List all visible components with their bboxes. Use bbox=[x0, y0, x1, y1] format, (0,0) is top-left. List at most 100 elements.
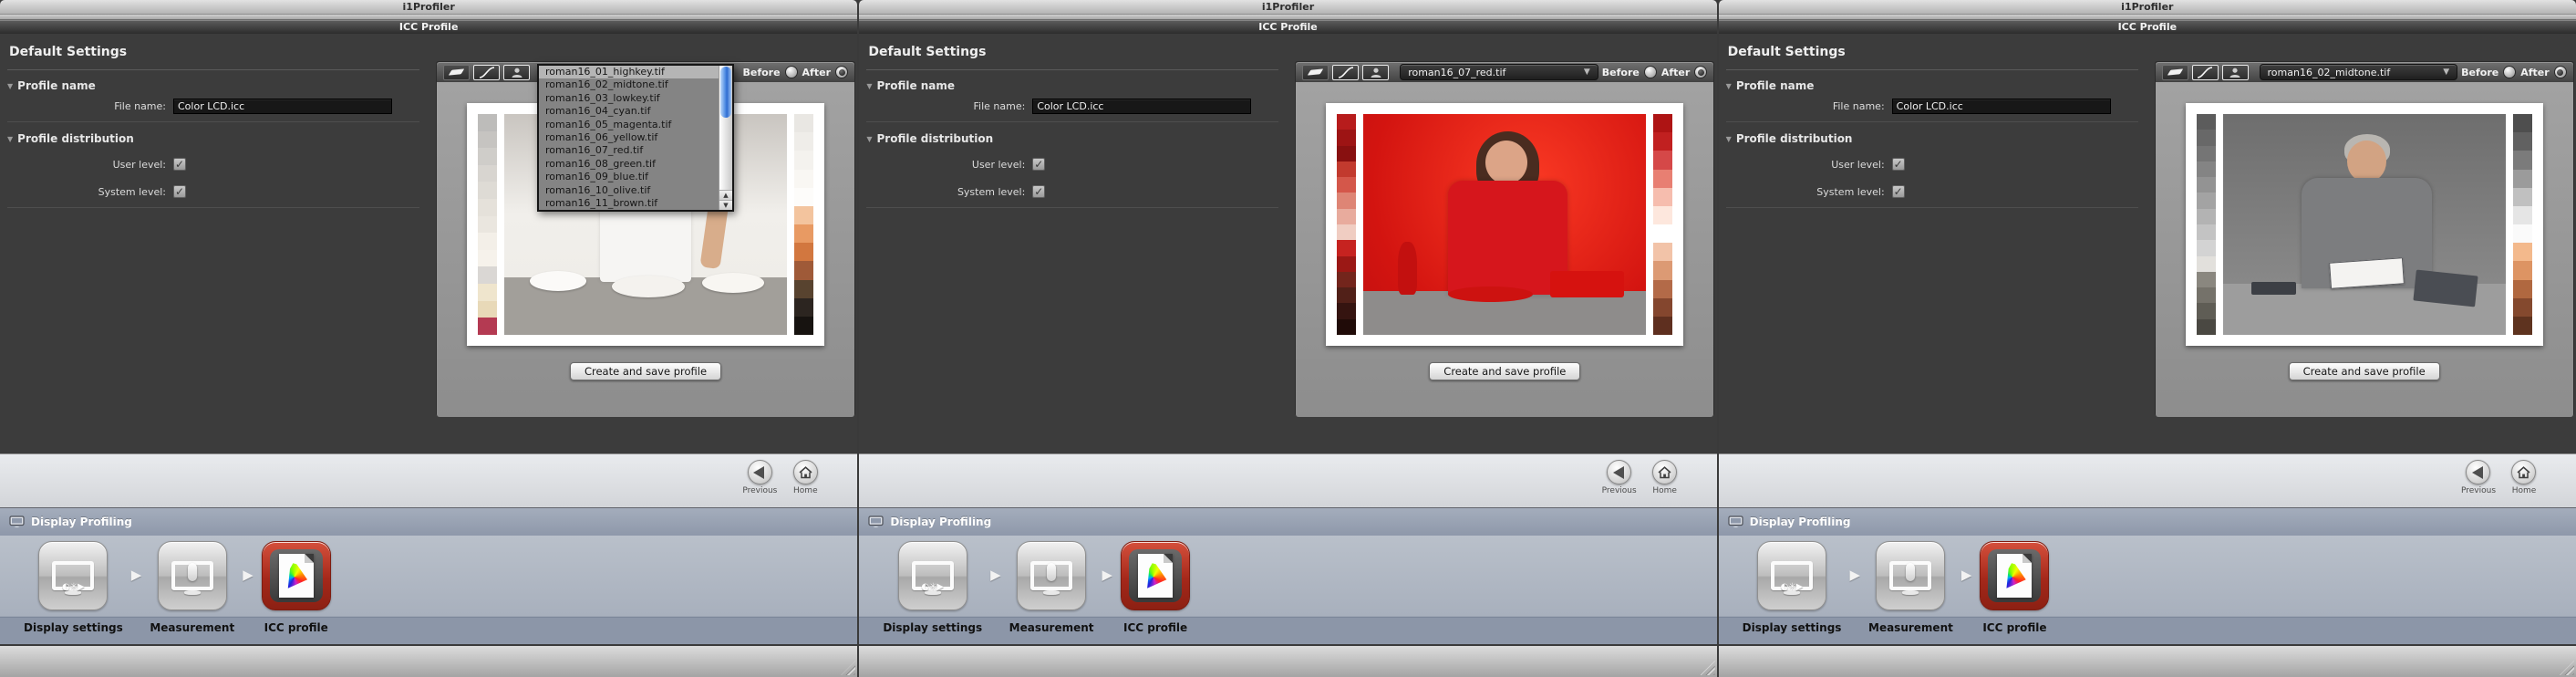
display-settings-icon[interactable]: ◐✳▶ bbox=[1757, 541, 1826, 610]
test-image-dropdown[interactable]: roman16_07_red.tif ▼ bbox=[1400, 64, 1598, 80]
user-level-checkbox[interactable]: ✓ bbox=[1032, 158, 1045, 171]
create-and-save-profile-button[interactable]: Create and save profile bbox=[1429, 362, 1580, 380]
workflow-step-display-settings[interactable]: ◐✳▶ Display settings bbox=[1743, 536, 1842, 644]
user-level-checkbox[interactable]: ✓ bbox=[173, 158, 186, 171]
create-and-save-profile-button[interactable]: Create and save profile bbox=[2289, 362, 2440, 380]
system-level-checkbox[interactable]: ✓ bbox=[1032, 185, 1045, 198]
tone-curve-view-icon[interactable] bbox=[1332, 65, 1359, 80]
dropdown-item[interactable]: roman16_02_midtone.tif bbox=[539, 78, 719, 91]
system-level-checkbox[interactable]: ✓ bbox=[173, 185, 186, 198]
create-and-save-profile-button[interactable]: Create and save profile bbox=[570, 362, 721, 380]
window-title-bar[interactable]: i1Profiler bbox=[1719, 0, 2576, 15]
workflow-step-measurement[interactable]: Measurement bbox=[1868, 536, 1953, 644]
dropdown-item[interactable]: roman16_11_brown.tif bbox=[539, 197, 719, 210]
measurement-icon[interactable] bbox=[1017, 541, 1086, 610]
dropdown-item[interactable]: roman16_04_cyan.tif bbox=[539, 105, 719, 118]
monitor-glyph: ◐✳▶ bbox=[912, 561, 954, 590]
previous-button[interactable]: Previous bbox=[2461, 460, 2496, 495]
previous-icon[interactable] bbox=[2466, 460, 2490, 484]
home-icon[interactable] bbox=[793, 460, 818, 484]
system-level-row: System level: ✓ bbox=[1719, 185, 1905, 198]
resize-grip[interactable] bbox=[2560, 661, 2574, 675]
color-swatch bbox=[2513, 151, 2532, 169]
window-title-bar[interactable]: i1Profiler bbox=[859, 0, 1716, 15]
workflow-step-icc-profile[interactable]: ICC profile bbox=[1121, 536, 1190, 644]
profile-distribution-section-header[interactable]: ▼ Profile distribution bbox=[866, 132, 993, 145]
profile-name-section-header[interactable]: ▼ Profile name bbox=[866, 79, 955, 92]
before-radio[interactable] bbox=[785, 66, 798, 78]
home-icon[interactable] bbox=[1652, 460, 1677, 484]
after-radio[interactable] bbox=[1694, 66, 1707, 78]
disclosure-triangle-icon[interactable]: ▼ bbox=[1726, 82, 1732, 90]
colorimeter-glyph bbox=[1047, 563, 1056, 581]
workflow-step-display-settings[interactable]: ◐✳▶ Display settings bbox=[24, 536, 123, 644]
dropdown-scrollbar[interactable]: ▲ ▼ bbox=[719, 66, 732, 210]
previous-icon[interactable] bbox=[1607, 460, 1631, 484]
measurement-icon[interactable] bbox=[1876, 541, 1945, 610]
tone-curve-view-icon[interactable] bbox=[2192, 65, 2219, 80]
display-settings-icon[interactable]: ◐✳▶ bbox=[898, 541, 967, 610]
after-radio[interactable] bbox=[835, 66, 848, 78]
home-label: Home bbox=[1652, 486, 1677, 495]
disclosure-triangle-icon[interactable]: ▼ bbox=[1726, 135, 1732, 143]
disclosure-triangle-icon[interactable]: ▼ bbox=[7, 135, 13, 143]
scrollbar-track[interactable] bbox=[719, 119, 732, 190]
home-button[interactable]: Home bbox=[788, 460, 822, 495]
workflow-step-measurement[interactable]: Measurement bbox=[1009, 536, 1094, 644]
home-icon[interactable] bbox=[2511, 460, 2536, 484]
disclosure-triangle-icon[interactable]: ▼ bbox=[866, 82, 872, 90]
previous-button[interactable]: Previous bbox=[1602, 460, 1637, 495]
test-image-dropdown[interactable]: roman16_02_midtone.tif ▼ bbox=[2260, 64, 2458, 80]
after-radio[interactable] bbox=[2554, 66, 2567, 78]
dropdown-item[interactable]: roman16_01_highkey.tif bbox=[539, 66, 719, 78]
dropdown-item[interactable]: roman16_03_lowkey.tif bbox=[539, 92, 719, 105]
workflow-step-icc-profile[interactable]: ICC profile bbox=[262, 536, 331, 644]
user-level-checkbox[interactable]: ✓ bbox=[1892, 158, 1905, 171]
dropdown-item[interactable]: roman16_08_green.tif bbox=[539, 158, 719, 171]
workflow-step-display-settings[interactable]: ◐✳▶ Display settings bbox=[883, 536, 982, 644]
resize-grip[interactable] bbox=[1701, 661, 1715, 675]
previous-label: Previous bbox=[1602, 486, 1637, 495]
home-button[interactable]: Home bbox=[2507, 460, 2541, 495]
previous-icon[interactable] bbox=[748, 460, 772, 484]
icc-profile-icon[interactable] bbox=[1980, 541, 2049, 610]
tone-curve-view-icon[interactable] bbox=[473, 65, 500, 80]
dropdown-item[interactable]: roman16_07_red.tif bbox=[539, 144, 719, 157]
profile-distribution-section-header[interactable]: ▼ Profile distribution bbox=[1726, 132, 1853, 145]
measurement-icon[interactable] bbox=[158, 541, 227, 610]
portrait-view-icon[interactable] bbox=[2222, 65, 2249, 80]
dropdown-item[interactable]: roman16_10_olive.tif bbox=[539, 184, 719, 197]
before-radio[interactable] bbox=[2503, 66, 2516, 78]
portrait-view-icon[interactable] bbox=[1362, 65, 1389, 80]
system-level-checkbox[interactable]: ✓ bbox=[1892, 185, 1905, 198]
scroll-down-icon[interactable]: ▼ bbox=[719, 200, 732, 210]
workflow-step-measurement[interactable]: Measurement bbox=[150, 536, 234, 644]
profile-name-section-header[interactable]: ▼ Profile name bbox=[7, 79, 96, 92]
previous-button[interactable]: Previous bbox=[742, 460, 777, 495]
window-title-bar[interactable]: i1Profiler bbox=[0, 0, 857, 15]
file-name-input[interactable] bbox=[173, 99, 392, 114]
resize-grip[interactable] bbox=[841, 661, 855, 675]
eraser-view-icon[interactable] bbox=[443, 65, 470, 80]
eraser-view-icon[interactable] bbox=[1302, 65, 1329, 80]
dropdown-item[interactable]: roman16_06_yellow.tif bbox=[539, 131, 719, 144]
eraser-view-icon[interactable] bbox=[2162, 65, 2188, 80]
dropdown-item[interactable]: roman16_05_magenta.tif bbox=[539, 119, 719, 131]
icc-profile-icon[interactable] bbox=[262, 541, 331, 610]
scroll-up-icon[interactable]: ▲ bbox=[719, 190, 732, 200]
scrollbar-thumb[interactable] bbox=[720, 67, 731, 118]
before-radio[interactable] bbox=[1644, 66, 1657, 78]
portrait-view-icon[interactable] bbox=[503, 65, 530, 80]
dropdown-item[interactable]: roman16_09_blue.tif bbox=[539, 171, 719, 183]
disclosure-triangle-icon[interactable]: ▼ bbox=[866, 135, 872, 143]
home-button[interactable]: Home bbox=[1648, 460, 1682, 495]
display-settings-icon[interactable]: ◐✳▶ bbox=[38, 541, 108, 610]
desktop: i1Profiler ICC Profile Default Settings … bbox=[0, 0, 2576, 677]
profile-name-section-header[interactable]: ▼ Profile name bbox=[1726, 79, 1815, 92]
profile-distribution-section-header[interactable]: ▼ Profile distribution bbox=[7, 132, 134, 145]
file-name-input[interactable] bbox=[1892, 99, 2111, 114]
workflow-step-icc-profile[interactable]: ICC profile bbox=[1980, 536, 2049, 644]
file-name-input[interactable] bbox=[1032, 99, 1251, 114]
icc-profile-icon[interactable] bbox=[1121, 541, 1190, 610]
disclosure-triangle-icon[interactable]: ▼ bbox=[7, 82, 13, 90]
